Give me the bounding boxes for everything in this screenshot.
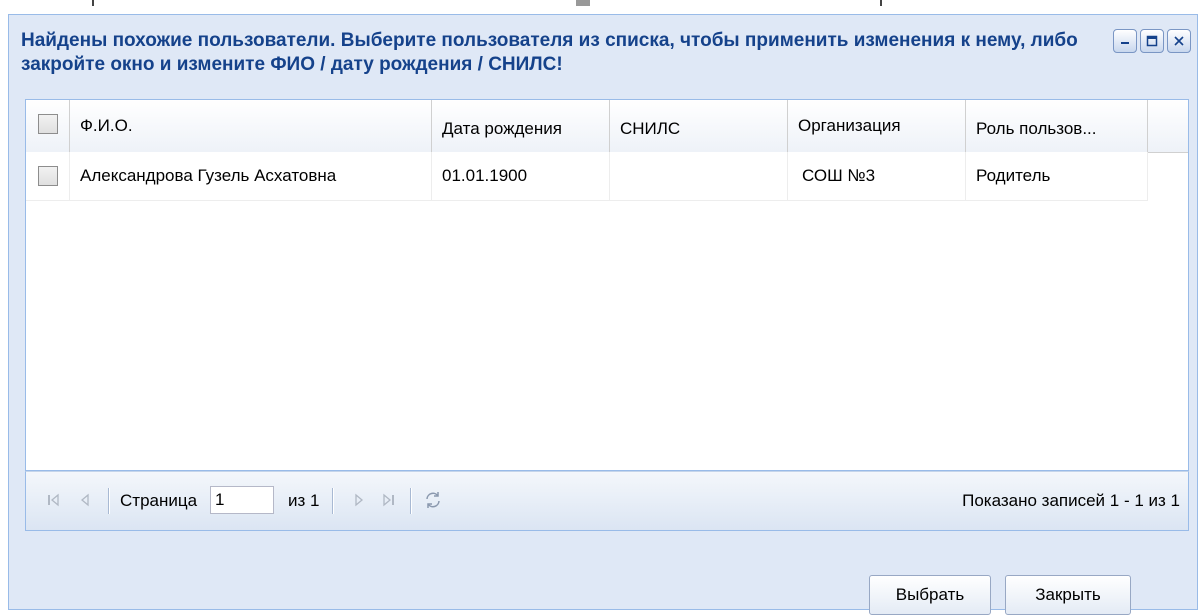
table-row[interactable]: Александрова Гузель Асхатовна 01.01.1900…	[26, 152, 1148, 201]
cell-birth-date: 01.01.1900	[432, 152, 610, 200]
separator	[410, 488, 412, 514]
select-all-cell	[26, 100, 70, 152]
cell-organization: СОШ №3	[788, 152, 966, 200]
column-header-fio[interactable]: Ф.И.О.	[70, 100, 432, 152]
users-grid: Ф.И.О. Дата рождения СНИЛС Организация Р…	[25, 99, 1189, 471]
column-header-organization[interactable]: Организация	[788, 100, 966, 152]
separator	[332, 488, 334, 514]
row-checkbox[interactable]	[38, 166, 58, 186]
page-label: Страница	[120, 491, 198, 510]
prev-page-icon[interactable]	[74, 489, 96, 511]
paging-toolbar: Страница из 1 Показано записей 1 - 1 из …	[25, 471, 1189, 531]
separator	[108, 488, 110, 514]
select-button[interactable]: Выбрать	[869, 575, 991, 615]
close-icon[interactable]	[1167, 29, 1191, 53]
first-page-icon[interactable]	[42, 489, 64, 511]
similar-users-dialog: Найдены похожие пользователи. Выберите п…	[8, 14, 1198, 615]
maximize-icon[interactable]	[1140, 29, 1164, 53]
close-button[interactable]: Закрыть	[1005, 575, 1131, 615]
next-page-icon[interactable]	[348, 489, 370, 511]
background-strip	[0, 0, 1198, 14]
cell-fio: Александрова Гузель Асхатовна	[70, 152, 432, 200]
select-all-checkbox[interactable]	[38, 114, 58, 134]
page-count-label: из 1	[288, 491, 320, 510]
column-header-birth-date[interactable]: Дата рождения	[432, 100, 610, 152]
dialog-title: Найдены похожие пользователи. Выберите п…	[21, 30, 1078, 75]
row-select-cell	[26, 152, 70, 200]
last-page-icon[interactable]	[378, 489, 400, 511]
cell-snils	[610, 152, 788, 200]
cell-role: Родитель	[966, 152, 1148, 200]
window-tools	[1113, 29, 1191, 53]
column-header-snils[interactable]: СНИЛС	[610, 100, 788, 152]
records-summary: Показано записей 1 - 1 из 1	[962, 491, 1180, 510]
page-number-input[interactable]	[210, 486, 274, 514]
column-header-role[interactable]: Роль пользов...	[966, 100, 1148, 152]
minimize-icon[interactable]	[1113, 29, 1137, 53]
grid-header: Ф.И.О. Дата рождения СНИЛС Организация Р…	[26, 100, 1188, 153]
refresh-icon[interactable]	[422, 489, 444, 511]
